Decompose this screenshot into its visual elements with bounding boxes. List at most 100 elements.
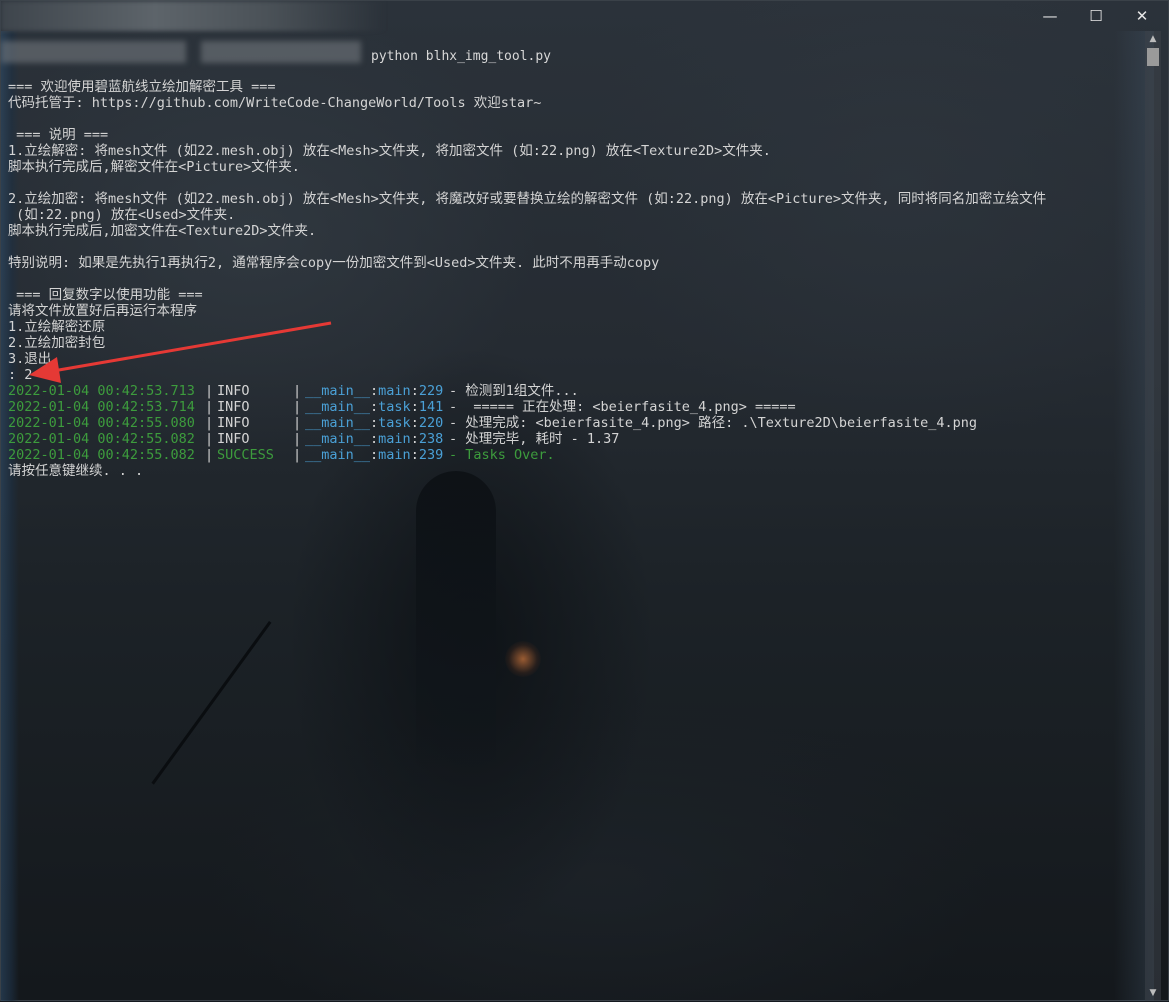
- log-source: __main__:main:238: [305, 431, 443, 447]
- log-source: __main__:task:141: [305, 399, 443, 415]
- log-line: 2022-01-04 00:42:55.082 | INFO | __main__:ma…: [8, 431, 1138, 447]
- console-line: 脚本执行完成后,解密文件在<Picture>文件夹.: [8, 159, 300, 175]
- log-line-number: 238: [418, 431, 444, 447]
- console-line: 1.立绘解密还原: [8, 319, 106, 335]
- log-module: __main__: [305, 415, 371, 431]
- log-function: task: [378, 399, 411, 415]
- console-line: 特别说明: 如果是先执行1再执行2, 通常程序会copy一份加密文件到<Used…: [8, 255, 660, 271]
- console-line: (如:22.png) 放在<Used>文件夹.: [8, 207, 236, 223]
- log-separator: |: [205, 431, 214, 447]
- console-line: === 欢迎使用碧蓝航线立绘加解密工具 ===: [8, 79, 276, 95]
- blurred-path-region: [201, 41, 361, 63]
- console-line: 脚本执行完成后,加密文件在<Texture2D>文件夹.: [8, 223, 317, 239]
- log-module: __main__: [305, 399, 371, 415]
- blurred-title-region: [1, 1, 386, 31]
- log-level: INFO: [217, 431, 250, 447]
- console-line: 3.退出: [8, 351, 52, 367]
- log-line: 2022-01-04 00:42:55.082 | SUCCESS | __main__…: [8, 447, 1138, 463]
- log-timestamp: 2022-01-04 00:42:55.082: [8, 431, 195, 447]
- log-source: __main__:main:239: [305, 447, 443, 463]
- log-message: - 处理完毕, 耗时 - 1.37: [449, 431, 620, 447]
- log-colon: :: [410, 447, 419, 463]
- background-sword: [151, 621, 272, 785]
- log-timestamp: 2022-01-04 00:42:53.714: [8, 399, 195, 415]
- log-message: - 检测到1组文件...: [449, 383, 579, 399]
- log-line-number: 239: [418, 447, 444, 463]
- log-function: main: [378, 431, 411, 447]
- log-colon: :: [410, 415, 419, 431]
- log-separator: |: [293, 447, 302, 463]
- log-level: SUCCESS: [217, 447, 274, 463]
- window-title: python blhx_img_tool.py: [371, 49, 552, 64]
- log-colon: :: [370, 447, 379, 463]
- console-line: === 回复数字以使用功能 ===: [8, 287, 203, 303]
- minimize-button[interactable]: —: [1027, 1, 1073, 31]
- log-colon: :: [370, 399, 379, 415]
- log-line: 2022-01-04 00:42:53.713 | INFO | __main__:ma…: [8, 383, 1138, 399]
- log-line-number: 220: [418, 415, 444, 431]
- console-line: 2.立绘加密封包: [8, 335, 106, 351]
- blurred-path-region: [1, 41, 186, 63]
- log-separator: |: [205, 447, 214, 463]
- log-colon: :: [410, 399, 419, 415]
- log-message: - 处理完成: <beierfasite_4.png> 路径: .\Textur…: [449, 415, 978, 431]
- console-line: 请将文件放置好后再运行本程序: [8, 303, 197, 319]
- log-colon: :: [410, 383, 419, 399]
- console-line: === 说明 ===: [8, 127, 109, 143]
- log-separator: |: [205, 399, 214, 415]
- log-timestamp: 2022-01-04 00:42:55.080: [8, 415, 195, 431]
- log-level: INFO: [217, 383, 250, 399]
- log-source: __main__:main:229: [305, 383, 443, 399]
- log-function: main: [378, 447, 411, 463]
- close-icon: ✕: [1135, 7, 1149, 25]
- log-function: task: [378, 415, 411, 431]
- log-timestamp: 2022-01-04 00:42:53.713: [8, 383, 195, 399]
- scroll-down-arrow-icon[interactable]: ▼: [1145, 985, 1161, 1001]
- scroll-thumb[interactable]: [1147, 48, 1159, 66]
- console-line: 2.立绘加密: 将mesh文件 (如22.mesh.obj) 放在<Mesh>文…: [8, 191, 1047, 207]
- log-colon: :: [410, 431, 419, 447]
- log-timestamp: 2022-01-04 00:42:55.082: [8, 447, 195, 463]
- log-separator: |: [205, 415, 214, 431]
- log-message: - ===== 正在处理: <beierfasite_4.png> =====: [449, 399, 796, 415]
- maximize-button[interactable]: ☐: [1073, 1, 1119, 31]
- background-figure: [416, 471, 496, 771]
- console-line: 代码托管于: https://github.com/WriteCode-Chan…: [8, 95, 542, 111]
- press-any-key-prompt: 请按任意键继续. . .: [8, 463, 144, 479]
- log-level: INFO: [217, 399, 250, 415]
- log-separator: |: [293, 415, 302, 431]
- log-colon: :: [370, 431, 379, 447]
- log-colon: :: [370, 383, 379, 399]
- console-output[interactable]: === 欢迎使用碧蓝航线立绘加解密工具 === 代码托管于: https://gi…: [8, 79, 1138, 479]
- log-function: main: [378, 383, 411, 399]
- title-bar[interactable]: — ☐ ✕: [1, 1, 1168, 31]
- log-line-number: 229: [418, 383, 444, 399]
- maximize-icon: ☐: [1089, 7, 1103, 25]
- console-line: : 2: [8, 367, 33, 383]
- console-line: 1.立绘解密: 将mesh文件 (如22.mesh.obj) 放在<Mesh>文…: [8, 143, 771, 159]
- vertical-scrollbar[interactable]: ▲ ▼: [1145, 31, 1161, 1001]
- background-lamp: [505, 641, 541, 677]
- log-line-number: 141: [418, 399, 444, 415]
- log-separator: |: [293, 383, 302, 399]
- close-button[interactable]: ✕: [1119, 1, 1165, 31]
- minimize-icon: —: [1042, 7, 1058, 25]
- log-module: __main__: [305, 431, 371, 447]
- log-separator: |: [205, 383, 214, 399]
- log-module: __main__: [305, 447, 371, 463]
- log-module: __main__: [305, 383, 371, 399]
- log-separator: |: [293, 431, 302, 447]
- log-line: 2022-01-04 00:42:55.080 | INFO | __main__:ta…: [8, 415, 1138, 431]
- log-separator: |: [293, 399, 302, 415]
- console-window: — ☐ ✕ python blhx_img_tool.py === 欢迎使用碧蓝…: [0, 0, 1169, 1001]
- log-line: 2022-01-04 00:42:53.714 | INFO | __main__:ta…: [8, 399, 1138, 415]
- log-level: INFO: [217, 415, 250, 431]
- log-colon: :: [370, 415, 379, 431]
- log-message: - Tasks Over.: [449, 447, 555, 463]
- log-source: __main__:task:220: [305, 415, 443, 431]
- scroll-up-arrow-icon[interactable]: ▲: [1145, 31, 1161, 47]
